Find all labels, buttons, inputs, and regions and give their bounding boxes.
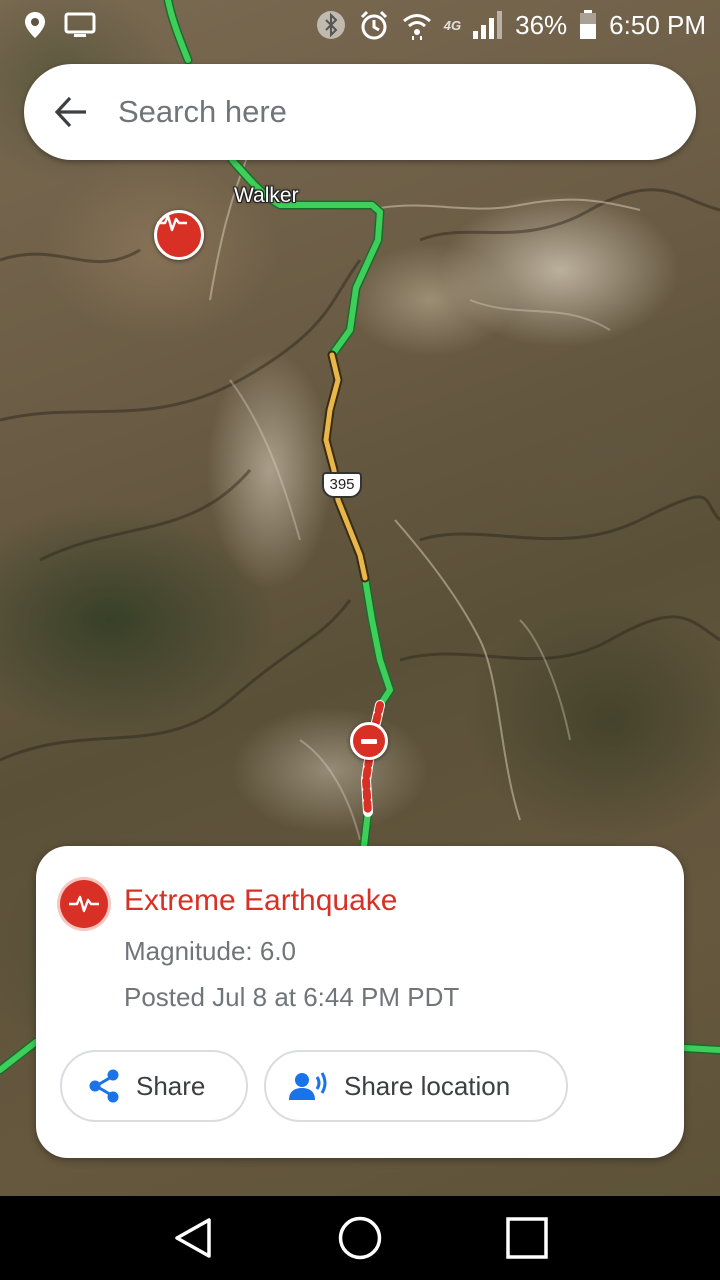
alert-title: Extreme Earthquake (124, 884, 398, 917)
bluetooth-icon (316, 11, 345, 39)
nav-back-button[interactable] (163, 1208, 223, 1268)
nav-recents-button[interactable] (497, 1208, 557, 1268)
road-closure-marker[interactable] (350, 722, 388, 760)
signal-icon (473, 11, 503, 39)
battery-percent: 36% (515, 9, 568, 40)
alert-magnitude: Magnitude: 6.0 (124, 936, 297, 966)
network-type-label: 4G (443, 17, 462, 33)
route-shield[interactable]: 395 (322, 472, 362, 498)
clock: 6:50 PM (609, 9, 706, 40)
search-input[interactable] (118, 94, 658, 130)
earthquake-marker[interactable] (154, 210, 204, 260)
back-icon (175, 1218, 212, 1258)
location-icon (25, 12, 45, 38)
back-button[interactable] (24, 64, 118, 160)
alert-type-badge (60, 880, 108, 928)
share-button-label: Share (136, 1070, 206, 1101)
share-location-icon (288, 1071, 328, 1101)
battery-icon (580, 10, 597, 39)
earthquake-alert-card[interactable]: Extreme Earthquake Magnitude: 6.0 Posted… (36, 846, 684, 1158)
town-label[interactable]: Walker (234, 184, 299, 208)
share-button[interactable]: Share (60, 1050, 248, 1122)
home-icon (338, 1216, 382, 1260)
system-nav-bar (0, 1196, 720, 1280)
seismograph-icon (157, 214, 187, 232)
alert-posted-time: Posted Jul 8 at 6:44 PM PDT (124, 982, 460, 1012)
wifi-icon (402, 14, 431, 40)
share-location-button[interactable]: Share location (264, 1050, 568, 1122)
status-bar: 4G 36% 6:50 PM (0, 0, 720, 50)
nav-home-button[interactable] (330, 1208, 390, 1268)
search-bar (24, 64, 696, 160)
share-location-button-label: Share location (344, 1070, 511, 1101)
recents-icon (505, 1217, 548, 1259)
seismograph-icon (69, 895, 99, 913)
arrow-back-icon (54, 96, 86, 128)
share-icon (88, 1069, 120, 1103)
no-entry-icon (361, 738, 377, 744)
alarm-icon (360, 10, 387, 40)
cast-screen-icon (64, 12, 96, 37)
